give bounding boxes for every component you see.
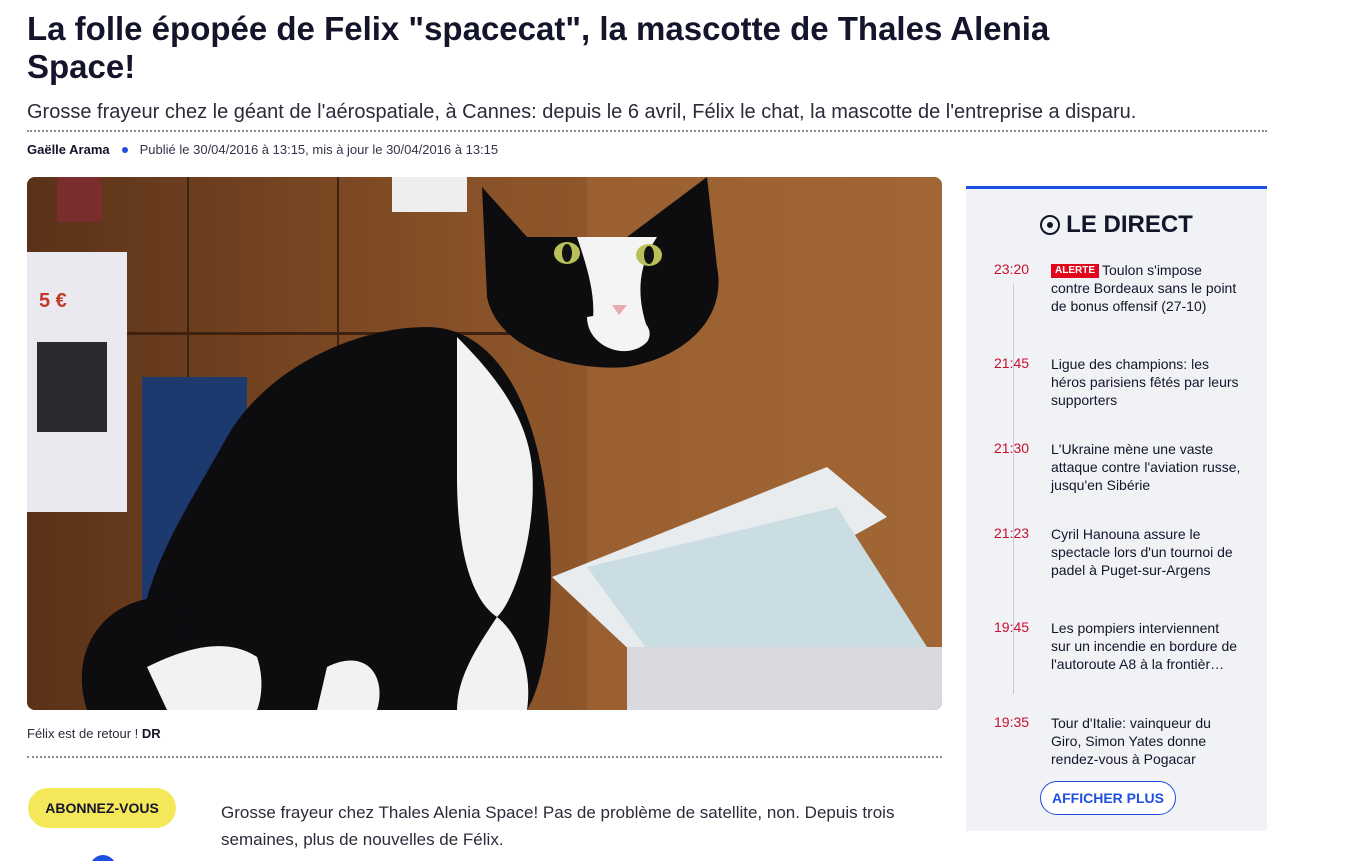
alert-badge: ALERTE xyxy=(1051,264,1099,278)
article-lede: Grosse frayeur chez le géant de l'aérosp… xyxy=(27,101,1267,132)
hero-image-cat: 5 € xyxy=(27,177,942,710)
live-item-headline: Cyril Hanouna assure le spectacle lors d… xyxy=(1051,526,1233,578)
live-item-headline: Les pompiers interviennent sur un incend… xyxy=(1051,620,1238,672)
publish-dates: Publié le 30/04/2016 à 13:15, mis à jour… xyxy=(139,142,499,157)
subscribe-button[interactable]: ABONNEZ-VOUS xyxy=(28,788,176,828)
live-item-headline: Ligue des champions: les héros parisiens… xyxy=(1051,356,1239,408)
live-item-time: 19:45 xyxy=(994,619,1030,635)
live-item-headline: L'Ukraine mène une vaste attaque contre … xyxy=(1051,441,1241,493)
article-headline: La folle épopée de Felix "spacecat", la … xyxy=(27,10,1050,85)
live-feed-title[interactable]: LE DIRECT xyxy=(966,211,1267,239)
author-name[interactable]: Gaëlle Arama xyxy=(27,142,110,157)
byline: Gaëlle Arama Publié le 30/04/2016 à 13:1… xyxy=(27,142,498,157)
live-feed-title-text: LE DIRECT xyxy=(1066,211,1193,238)
live-item-time: 23:20 xyxy=(994,261,1030,277)
show-more-button[interactable]: AFFICHER PLUS xyxy=(1040,781,1176,815)
live-item-headline: Tour d'Italie: vainqueur du Giro, Simon … xyxy=(1051,715,1211,767)
live-item-time: 21:23 xyxy=(994,525,1030,541)
separator-dot-icon xyxy=(121,146,128,153)
caption-credit: DR xyxy=(141,726,161,741)
share-circle-icon[interactable] xyxy=(90,855,116,861)
live-item-time: 19:35 xyxy=(994,714,1030,730)
live-item-time: 21:45 xyxy=(994,355,1030,371)
live-item-text: ALERTE Toulon s'impose contre Bordeaux sa… xyxy=(1051,261,1241,315)
image-caption: Félix est de retour ! DR xyxy=(27,726,161,741)
caption-text: Félix est de retour ! xyxy=(27,726,139,741)
svg-text:5 €: 5 € xyxy=(39,290,67,312)
live-icon xyxy=(1040,215,1061,235)
article-body: Grosse frayeur chez Thales Alenia Space!… xyxy=(221,803,895,849)
live-item-time: 21:30 xyxy=(994,440,1030,456)
live-feed-panel: LE DIRECT 23:20 ALERTE Toulon s'impose co… xyxy=(966,186,1267,831)
caption-divider xyxy=(27,756,942,758)
